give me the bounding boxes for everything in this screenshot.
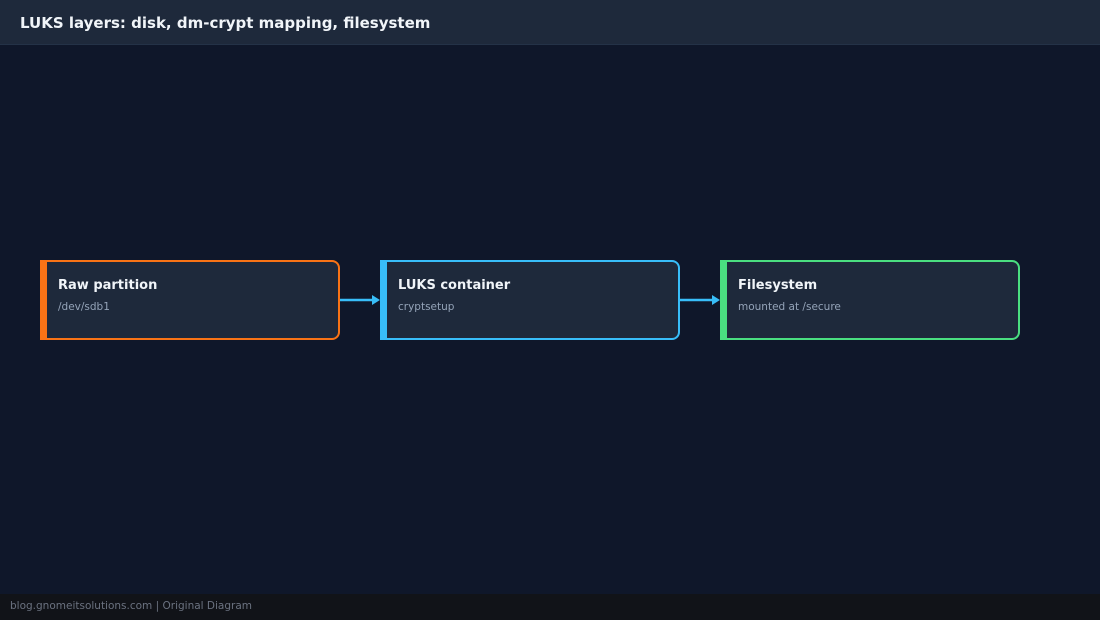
node-title: Filesystem xyxy=(738,278,818,293)
node-subtitle: mounted at /secure xyxy=(738,301,841,313)
arrow-luks-to-filesystem xyxy=(680,295,720,305)
diagram-canvas: Raw partition /dev/sdb1 LUKS container c… xyxy=(0,45,1100,594)
node-title: Raw partition xyxy=(58,278,158,293)
node-filesystem: Filesystem mounted at /secure xyxy=(720,260,1020,340)
node-subtitle: cryptsetup xyxy=(398,301,455,313)
node-title: LUKS container xyxy=(398,278,511,293)
node-raw-partition: Raw partition /dev/sdb1 xyxy=(40,260,340,340)
footer-credit: blog.gnomeitsolutions.com | Original Dia… xyxy=(10,600,253,612)
arrow-head xyxy=(712,295,720,305)
node-subtitle: /dev/sdb1 xyxy=(58,301,110,313)
diagram-title: LUKS layers: disk, dm-crypt mapping, fil… xyxy=(20,14,431,32)
arrow-head xyxy=(372,295,380,305)
footer-bar: blog.gnomeitsolutions.com | Original Dia… xyxy=(0,594,1100,620)
arrow-raw-to-luks xyxy=(340,295,380,305)
header-bar: LUKS layers: disk, dm-crypt mapping, fil… xyxy=(0,0,1100,45)
page: LUKS layers: disk, dm-crypt mapping, fil… xyxy=(0,0,1100,620)
node-luks-container: LUKS container cryptsetup xyxy=(380,260,680,340)
